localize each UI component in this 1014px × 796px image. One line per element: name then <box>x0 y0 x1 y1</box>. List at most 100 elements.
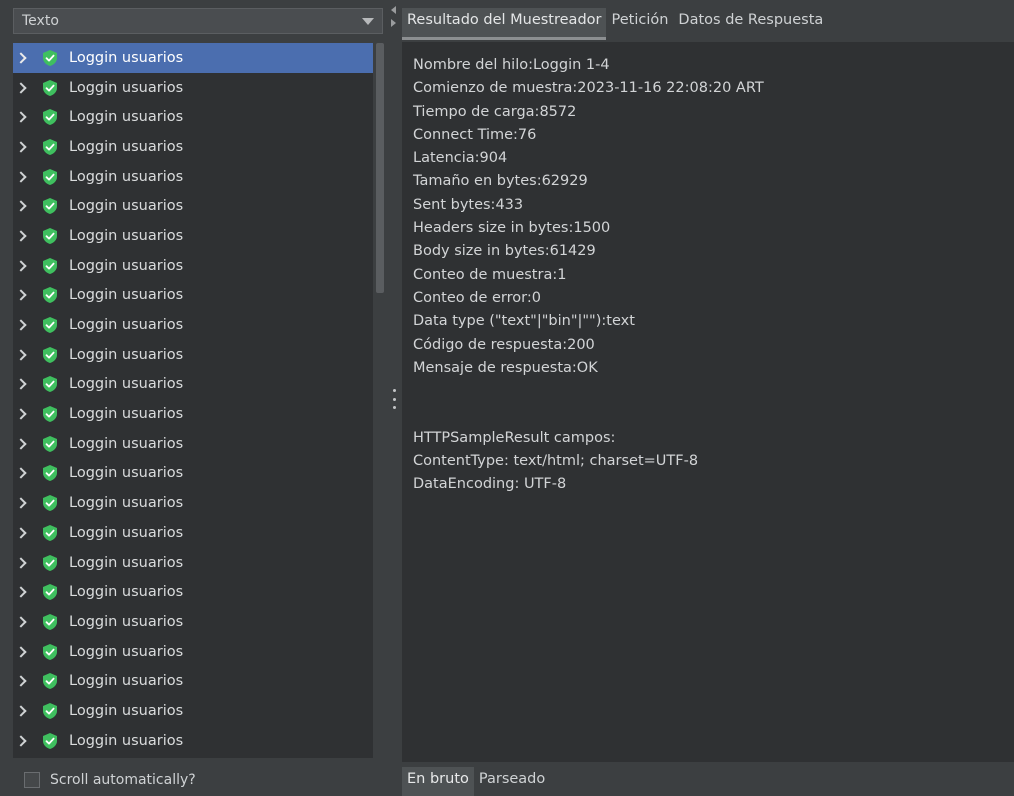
result-line: HTTPSampleResult campos: <box>413 429 616 446</box>
tree-item-label: Loggin usuarios <box>69 465 184 482</box>
tree-item-label: Loggin usuarios <box>69 79 184 96</box>
tree-item[interactable]: Loggin usuarios <box>13 281 373 311</box>
chevron-right-icon[interactable] <box>15 527 27 539</box>
renderer-select[interactable]: Texto <box>13 8 383 34</box>
chevron-right-icon[interactable] <box>15 319 27 331</box>
success-shield-icon <box>41 227 59 245</box>
chevron-down-icon[interactable] <box>362 18 374 25</box>
tree-item[interactable]: Loggin usuarios <box>13 191 373 221</box>
chevron-right-icon[interactable] <box>15 52 27 64</box>
tree-item-label: Loggin usuarios <box>69 198 184 215</box>
result-content: Nombre del hilo:Loggin 1-4 Comienzo de mu… <box>402 42 1014 762</box>
chevron-right-icon[interactable] <box>15 438 27 450</box>
tree-item[interactable]: Loggin usuarios <box>13 756 373 759</box>
success-shield-icon <box>41 494 59 512</box>
view-tab-0[interactable]: En bruto <box>402 767 474 796</box>
tree-item[interactable]: Loggin usuarios <box>13 162 373 192</box>
success-shield-icon <box>41 464 59 482</box>
result-line <box>413 380 1003 403</box>
tree-item[interactable]: Loggin usuarios <box>13 548 373 578</box>
tree-item-label: Loggin usuarios <box>69 346 184 363</box>
splitter-grip-icon[interactable] <box>393 389 396 409</box>
collapse-left-icon[interactable] <box>391 6 396 14</box>
scroll-thumb[interactable] <box>376 43 384 293</box>
chevron-right-icon[interactable] <box>15 734 27 747</box>
chevron-right-icon[interactable] <box>15 289 27 302</box>
scroll-automatically-label: Scroll automatically? <box>50 772 196 788</box>
tree-item[interactable]: Loggin usuarios <box>13 310 373 340</box>
tree-item[interactable]: Loggin usuarios <box>13 726 373 756</box>
chevron-right-icon[interactable] <box>15 616 27 628</box>
tree-item-label: Loggin usuarios <box>69 376 184 393</box>
success-shield-icon <box>41 435 59 453</box>
chevron-right-icon[interactable] <box>15 81 27 94</box>
chevron-right-icon[interactable] <box>15 586 27 598</box>
tree-item[interactable]: Loggin usuarios <box>13 102 373 132</box>
result-line: DataEncoding: UTF-8 <box>413 476 567 493</box>
tree-item[interactable]: Loggin usuarios <box>13 696 373 726</box>
tree-item[interactable]: Loggin usuarios <box>13 577 373 607</box>
chevron-right-icon[interactable] <box>15 675 27 687</box>
tree-item[interactable]: Loggin usuarios <box>13 251 373 281</box>
chevron-right-icon[interactable] <box>15 556 27 569</box>
tree-item-label: Loggin usuarios <box>69 227 184 244</box>
collapse-right-icon[interactable] <box>391 19 396 27</box>
panel-splitter[interactable] <box>388 0 402 796</box>
tree-item[interactable]: Loggin usuarios <box>13 607 373 637</box>
result-line: Mensaje de respuesta:OK <box>413 359 598 376</box>
tree-scrollbar[interactable] <box>373 43 387 758</box>
tree-item-label: Loggin usuarios <box>69 49 184 66</box>
tree-item-label: Loggin usuarios <box>69 643 184 660</box>
chevron-right-icon[interactable] <box>15 378 27 391</box>
tab-0[interactable]: Resultado del Muestreador <box>402 8 607 40</box>
tree-item[interactable]: Loggin usuarios <box>13 666 373 696</box>
result-line: Tiempo de carga:8572 <box>413 103 577 120</box>
success-shield-icon <box>41 49 59 67</box>
tree-item[interactable]: Loggin usuarios <box>13 340 373 370</box>
scroll-automatically-checkbox[interactable] <box>24 772 40 788</box>
tree-item[interactable]: Loggin usuarios <box>13 370 373 400</box>
chevron-right-icon[interactable] <box>15 200 27 212</box>
result-line: Body size in bytes:61429 <box>413 243 596 260</box>
tree-item[interactable]: Loggin usuarios <box>13 399 373 429</box>
success-shield-icon <box>41 613 59 631</box>
chevron-right-icon[interactable] <box>15 259 27 272</box>
success-shield-icon <box>41 79 59 97</box>
tree-item[interactable]: Loggin usuarios <box>13 488 373 518</box>
success-shield-icon <box>41 643 59 661</box>
chevron-right-icon[interactable] <box>15 170 27 183</box>
result-line <box>413 403 1003 426</box>
chevron-right-icon[interactable] <box>15 467 27 480</box>
chevron-right-icon[interactable] <box>15 705 27 717</box>
tree-item[interactable]: Loggin usuarios <box>13 73 373 103</box>
tree-item[interactable]: Loggin usuarios <box>13 459 373 489</box>
success-shield-icon <box>41 405 59 423</box>
chevron-right-icon[interactable] <box>15 349 27 361</box>
chevron-right-icon[interactable] <box>15 497 27 509</box>
tree-item-label: Loggin usuarios <box>69 584 184 601</box>
tree-item[interactable]: Loggin usuarios <box>13 43 373 73</box>
chevron-right-icon[interactable] <box>15 230 27 242</box>
tree-item[interactable]: Loggin usuarios <box>13 429 373 459</box>
chevron-right-icon[interactable] <box>15 111 27 123</box>
chevron-right-icon[interactable] <box>15 645 27 658</box>
result-line: Connect Time:76 <box>413 126 537 143</box>
chevron-right-icon[interactable] <box>15 141 27 153</box>
result-line: Tamaño en bytes:62929 <box>413 173 588 190</box>
result-line: Latencia:904 <box>413 150 508 167</box>
tree-item-label: Loggin usuarios <box>69 524 184 541</box>
success-shield-icon <box>41 583 59 601</box>
tab-2[interactable]: Datos de Respuesta <box>673 8 828 40</box>
scroll-automatically-option[interactable]: Scroll automatically? <box>24 772 196 788</box>
chevron-right-icon[interactable] <box>15 408 27 420</box>
success-shield-icon <box>41 702 59 720</box>
tree-item[interactable]: Loggin usuarios <box>13 132 373 162</box>
tree-item[interactable]: Loggin usuarios <box>13 221 373 251</box>
tree-item-label: Loggin usuarios <box>69 554 184 571</box>
tree-item[interactable]: Loggin usuarios <box>13 518 373 548</box>
tree-item-label: Loggin usuarios <box>69 257 184 274</box>
view-tab-1[interactable]: Parseado <box>474 767 550 796</box>
tree-item[interactable]: Loggin usuarios <box>13 637 373 667</box>
tree-item-label: Loggin usuarios <box>69 435 184 452</box>
tab-1[interactable]: Petición <box>606 8 673 40</box>
